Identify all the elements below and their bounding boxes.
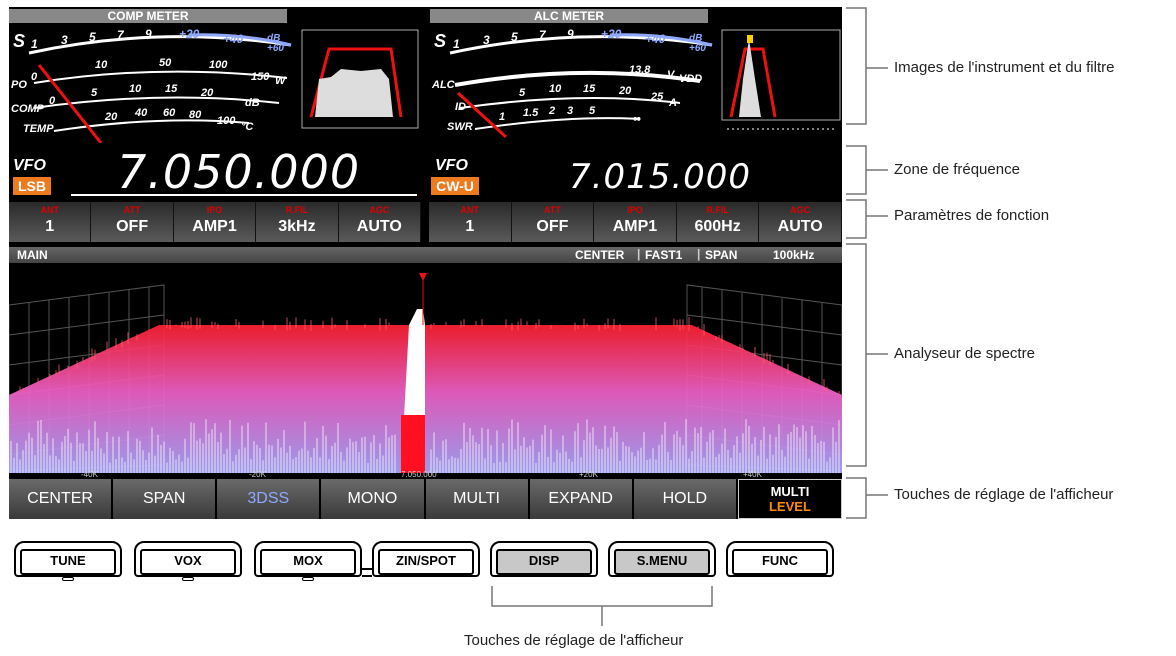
annotation-function: Paramètres de fonction: [894, 207, 1050, 224]
annotation-brackets: [491, 7, 888, 626]
annotation-instrument: Images de l'instrument et du filtre: [894, 59, 1115, 76]
annotation-bottom: Touches de réglage de l'afficheur: [464, 632, 684, 649]
annotation-frequency: Zone de fréquence: [894, 161, 1020, 178]
annotation-display-keys: Touches de réglage de l'afficheur: [894, 486, 1114, 503]
annotation-spectrum: Analyseur de spectre: [894, 345, 1035, 362]
